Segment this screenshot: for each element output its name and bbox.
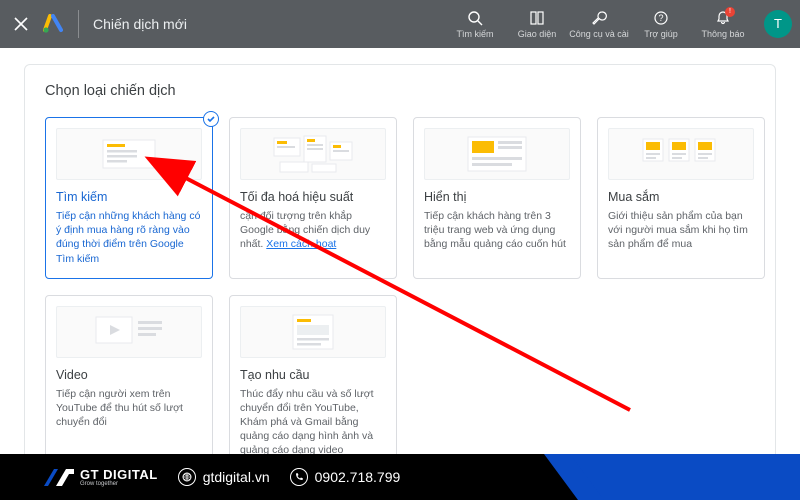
footer-phone[interactable]: 0902.718.799 (290, 468, 401, 486)
option-title: Hiển thị (424, 190, 570, 204)
option-desc: cận đối tượng trên khắp Google bằng chiế… (240, 209, 386, 252)
nav-search[interactable]: Tìm kiếm (444, 7, 506, 42)
selected-check-icon (203, 111, 219, 127)
globe-icon (178, 468, 196, 486)
thumb-search (56, 128, 202, 180)
nav-help[interactable]: ? Trợ giúp (630, 7, 692, 42)
close-icon (14, 17, 28, 31)
option-performance-max[interactable]: Tối đa hoá hiệu suất cận đối tượng trên … (229, 117, 397, 279)
website-text: gtdigital.vn (203, 469, 270, 485)
nav-search-label: Tìm kiếm (457, 30, 494, 40)
gt-logo-mark (44, 467, 74, 487)
footer-black-bar: GT DIGITAL Grow together gtdigital.vn 09… (0, 454, 582, 500)
option-desc: Tiếp cận khách hàng trên 3 triệu trang w… (424, 209, 570, 252)
nav-tools-label: Công cụ và cài (569, 30, 629, 40)
topbar-right: Tìm kiếm Giao diện Công cụ và cài ? Trợ … (444, 7, 792, 42)
option-desc: Tiếp cận người xem trên YouTube để thu h… (56, 387, 202, 430)
option-desc: Giới thiệu sản phẩm của bạn với người mu… (608, 209, 754, 252)
thumb-display (424, 128, 570, 180)
option-display[interactable]: Hiển thị Tiếp cận khách hàng trên 3 triệ… (413, 117, 581, 279)
campaign-type-grid: Tìm kiếm Tiếp cận những khách hàng có ý … (45, 117, 755, 471)
gt-digital-logo: GT DIGITAL Grow together (44, 467, 158, 487)
section-title: Chọn loại chiến dịch (45, 83, 755, 99)
brand-footer: GT DIGITAL Grow together gtdigital.vn 09… (0, 454, 800, 500)
nav-tools[interactable]: Công cụ và cài (568, 7, 630, 42)
option-desc: Tiếp cận những khách hàng có ý định mua … (56, 209, 202, 266)
thumb-shopping (608, 128, 754, 180)
divider (78, 10, 79, 38)
phone-text: 0902.718.799 (315, 469, 401, 485)
page-body: Chọn loại chiến dịch Tìm kiếm Tiếp cận n… (0, 48, 800, 492)
search-icon (467, 9, 483, 27)
option-search[interactable]: Tìm kiếm Tiếp cận những khách hàng có ý … (45, 117, 213, 279)
notification-badge: ! (725, 7, 735, 17)
phone-icon (290, 468, 308, 486)
option-video[interactable]: Video Tiếp cận người xem trên YouTube để… (45, 295, 213, 471)
option-title: Tìm kiếm (56, 190, 202, 204)
thumb-pmax (240, 128, 386, 180)
option-title: Tạo nhu cầu (240, 368, 386, 382)
avatar[interactable]: T (764, 10, 792, 38)
brand-tagline: Grow together (80, 481, 158, 487)
nav-notifications-label: Thông báo (701, 30, 744, 40)
campaign-type-card: Chọn loại chiến dịch Tìm kiếm Tiếp cận n… (24, 64, 776, 492)
svg-text:?: ? (658, 13, 663, 23)
thumb-video (56, 306, 202, 358)
option-title: Mua sắm (608, 190, 754, 204)
option-desc: Thúc đẩy nhu cầu và số lượt chuyển đổi t… (240, 387, 386, 458)
option-title: Tối đa hoá hiệu suất (240, 190, 386, 204)
learn-more-link[interactable]: Xem cách hoạt (266, 238, 336, 250)
brand-name: GT DIGITAL (80, 468, 158, 481)
option-shopping[interactable]: Mua sắm Giới thiệu sản phẩm của bạn với … (597, 117, 765, 279)
footer-website[interactable]: gtdigital.vn (178, 468, 270, 486)
close-button[interactable] (8, 11, 34, 37)
nav-appearance-label: Giao diện (518, 30, 557, 40)
nav-notifications[interactable]: ! Thông báo (692, 7, 754, 42)
nav-help-label: Trợ giúp (644, 30, 678, 40)
bell-icon: ! (715, 9, 731, 27)
top-bar: Chiến dịch mới Tìm kiếm Giao diện Công c… (0, 0, 800, 48)
option-title: Video (56, 368, 202, 382)
google-ads-logo (42, 13, 64, 35)
nav-appearance[interactable]: Giao diện (506, 7, 568, 42)
layout-icon (529, 9, 545, 27)
thumb-demand (240, 306, 386, 358)
help-icon: ? (653, 9, 669, 27)
option-demand-gen[interactable]: Tạo nhu cầu Thúc đẩy nhu cầu và số lượt … (229, 295, 397, 471)
page-title: Chiến dịch mới (93, 16, 187, 32)
topbar-left: Chiến dịch mới (8, 10, 187, 38)
wrench-icon (591, 9, 607, 27)
